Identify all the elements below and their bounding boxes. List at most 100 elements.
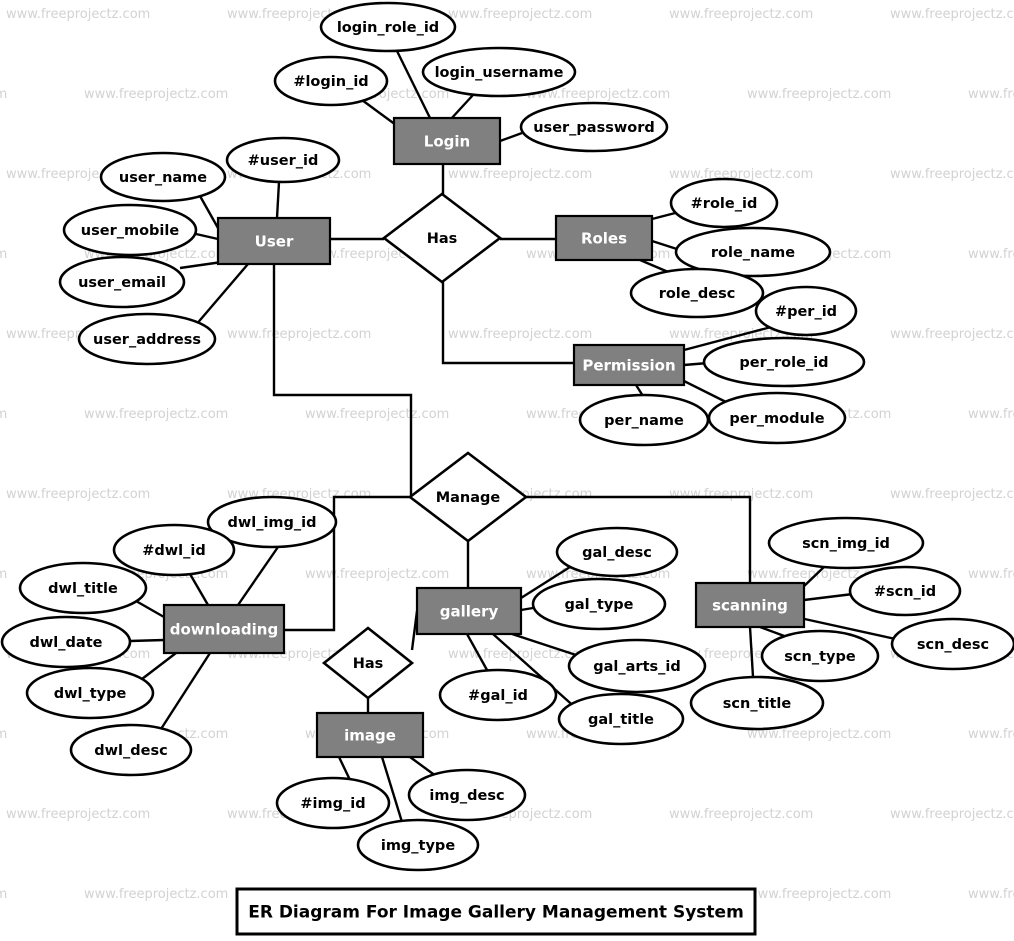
relationship-label: Has [353,656,384,672]
attribute-label: per_role_id [739,355,828,371]
attribute-user_id[interactable]: #user_id [225,136,341,184]
attribute-login_role_id[interactable]: login_role_id [319,1,457,53]
relationship-has-user-roles[interactable]: Has [381,192,503,284]
attribute-dwl_type[interactable]: dwl_type [25,666,155,720]
watermark-text: www.freeprojectz.com [890,487,1014,502]
attribute-label: #per_id [775,304,837,320]
relationship-label: Manage [436,490,501,506]
entity-gallery[interactable]: gallery [415,586,523,636]
attribute-dwl_id[interactable]: #dwl_id [112,523,236,577]
watermark-text: www.freeprojectz.com [968,407,1014,422]
entity-scanning[interactable]: scanning [694,581,806,629]
watermark-text: www.freeprojectz.com [305,407,449,422]
attribute-dwl_title[interactable]: dwl_title [18,561,148,615]
watermark-text: www.freeprojectz.com [448,7,592,22]
attribute-user_name[interactable]: user_name [99,151,227,203]
attribute-label: dwl_desc [94,743,167,759]
relationship-label: Has [427,231,458,247]
watermark-text: www.freeprojectz.com [0,567,7,582]
attribute-label: gal_arts_id [593,659,680,675]
attribute-label: dwl_type [54,686,127,702]
attribute-label: #dwl_id [142,543,206,559]
entity-permission[interactable]: Permission [572,343,686,387]
attribute-gal_title[interactable]: gal_title [557,692,685,746]
attribute-label: gal_type [565,597,634,613]
attribute-user_password[interactable]: user_password [519,101,669,153]
watermark-text: www.freeprojectz.com [6,7,150,22]
connector-e-login-username [449,94,474,121]
attribute-label: #user_id [248,153,319,169]
attribute-label: user_password [533,120,655,136]
er-diagram-svg: www.freeprojectz.com www.freeprojectz.com… [0,1,1014,936]
attribute-role_desc[interactable]: role_desc [629,267,765,319]
attribute-gal_type[interactable]: gal_type [531,577,667,631]
attribute-scn_title[interactable]: scn_title [689,675,825,731]
attribute-label: #img_id [300,796,365,812]
watermark-text: www.freeprojectz.com [968,567,1014,582]
diagram-title-text: ER Diagram For Image Gallery Management … [248,903,744,923]
entity-label: downloading [170,621,278,639]
attribute-gal_id[interactable]: #gal_id [438,668,558,722]
watermark-text: www.freeprojectz.com [448,167,592,182]
attribute-img_desc[interactable]: img_desc [407,768,527,822]
watermark-text: www.freeprojectz.com [84,407,228,422]
entity-label: User [255,233,294,251]
attribute-user_mobile[interactable]: user_mobile [62,203,198,257]
connector-e-user-manage [272,264,413,497]
connector-e-user-address [194,263,249,327]
attribute-user_address[interactable]: user_address [77,312,217,366]
connector-e-img-id [337,756,352,781]
attribute-user_email[interactable]: user_email [58,255,186,309]
entity-roles[interactable]: Roles [554,214,654,262]
entity-user[interactable]: User [216,216,332,266]
attribute-scn_id[interactable]: #scn_id [848,565,962,617]
attribute-scn_img_id[interactable]: scn_img_id [767,516,925,570]
attribute-label: scn_img_id [802,536,890,552]
attribute-per_id[interactable]: #per_id [754,285,858,337]
watermark-text: www.freeprojectz.com [305,567,449,582]
attribute-label: role_desc [659,286,736,302]
attribute-label: dwl_date [30,635,103,651]
attribute-per_name[interactable]: per_name [578,393,710,447]
watermark-text: www.freeprojectz.com [6,487,150,502]
watermark-text: www.freeprojectz.com [968,87,1014,102]
watermark-text: www.freeprojectz.com [968,247,1014,262]
connector-e-dwl-date [129,638,165,643]
watermark-text: www.freeprojectz.com [890,807,1014,822]
attribute-img_id[interactable]: #img_id [275,776,391,830]
attribute-role_id[interactable]: #role_id [669,177,779,229]
entity-login[interactable]: Login [392,116,502,166]
attribute-label: user_name [119,170,207,186]
attribute-login_id[interactable]: #login_id [273,55,389,107]
entity-image[interactable]: image [315,711,425,759]
attribute-label: #scn_id [874,584,936,600]
attribute-per_module[interactable]: per_module [707,391,847,445]
attribute-dwl_desc[interactable]: dwl_desc [69,723,193,777]
attribute-label: login_role_id [337,20,439,36]
attribute-label: #role_id [691,196,758,212]
attribute-img_type[interactable]: img_type [356,818,480,872]
attribute-scn_type[interactable]: scn_type [760,629,880,683]
attribute-gal_arts_id[interactable]: gal_arts_id [567,638,707,694]
connector-e-user-userid [275,181,281,219]
attribute-gal_desc[interactable]: gal_desc [555,526,679,578]
connector-e-login-loginid [361,99,397,126]
attribute-label: per_module [729,411,824,427]
attribute-per_role_id[interactable]: per_role_id [702,336,866,388]
relationship-has-gallery-image[interactable]: Has [321,626,415,700]
attribute-label: #login_id [293,74,368,90]
connector-e-dwl-title [135,599,165,619]
attribute-dwl_date[interactable]: dwl_date [0,615,132,669]
attribute-scn_desc[interactable]: scn_desc [890,617,1014,671]
watermark-text: www.freeprojectz.com [669,807,813,822]
entity-downloading[interactable]: downloading [162,603,286,655]
connector-e-user-email [179,260,223,270]
er-diagram-canvas: www.freeprojectz.com www.freeprojectz.com… [0,0,1014,941]
connector-e-scn-id [803,592,854,602]
attribute-login_username[interactable]: login_username [421,46,577,98]
relationship-manage[interactable]: Manage [407,451,529,543]
watermark-text: www.freeprojectz.com [747,87,891,102]
connector-e-user-permission [441,282,574,365]
attribute-label: user_email [78,275,166,291]
watermark-text: www.freeprojectz.com [747,887,891,902]
